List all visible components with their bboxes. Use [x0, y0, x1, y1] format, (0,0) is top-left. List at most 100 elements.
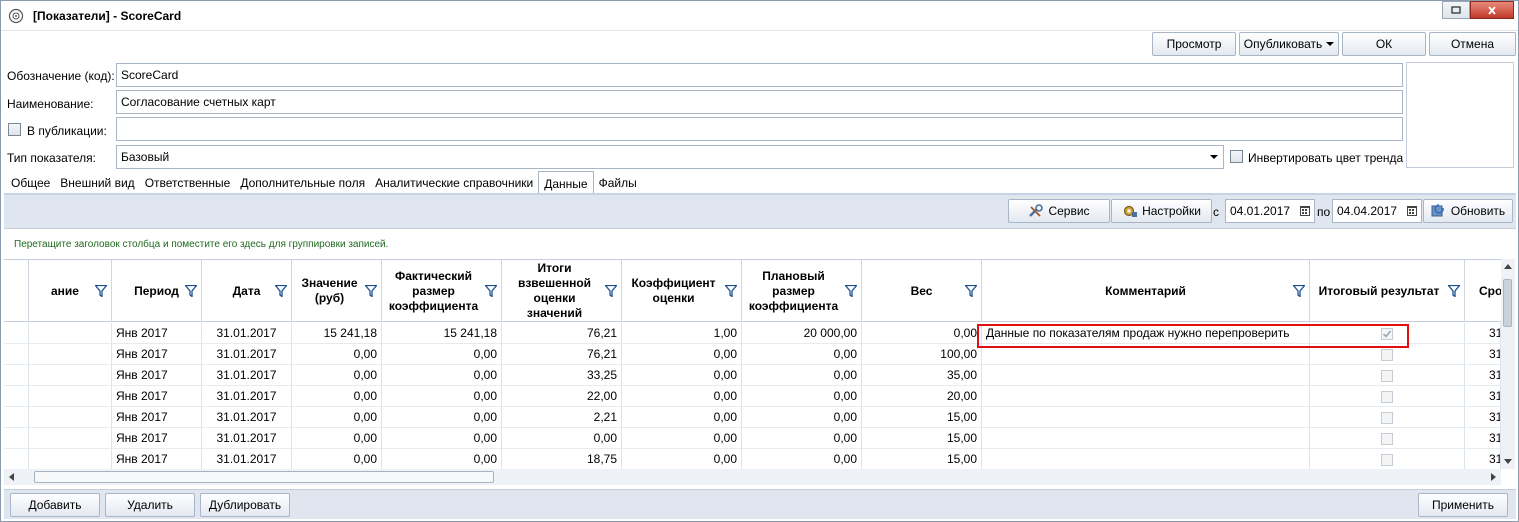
name-cell [29, 449, 112, 470]
apply-button[interactable]: Применить [1418, 493, 1508, 517]
result-cell[interactable] [1310, 449, 1465, 470]
result-checkbox[interactable] [1381, 390, 1393, 403]
from-date-field[interactable]: 04.01.2017 [1225, 199, 1315, 223]
publication-field[interactable] [116, 117, 1403, 141]
name-cell [29, 428, 112, 449]
rating-coef-cell: 0,00 [622, 344, 742, 365]
column-header-plan-coef[interactable]: Плановый размер коэффициента [742, 260, 862, 322]
filter-icon[interactable] [485, 285, 497, 297]
column-header-date[interactable]: Дата [202, 260, 292, 322]
column-header-name[interactable]: ание [29, 260, 112, 322]
image-preview-box [1406, 62, 1514, 168]
weighted-totals-cell: 18,75 [502, 449, 622, 470]
close-button[interactable] [1470, 1, 1514, 19]
plan-coef-cell: 0,00 [742, 449, 862, 470]
filter-icon[interactable] [845, 285, 857, 297]
calendar-icon[interactable] [1299, 205, 1311, 217]
column-header-comment[interactable]: Комментарий [982, 260, 1310, 322]
scroll-down-icon[interactable] [1504, 459, 1512, 464]
name-cell [29, 386, 112, 407]
filter-icon[interactable] [365, 285, 377, 297]
filter-icon[interactable] [605, 285, 617, 297]
comment-cell[interactable] [982, 407, 1310, 428]
type-select[interactable]: Базовый [116, 145, 1224, 169]
scroll-up-icon[interactable] [1504, 264, 1512, 269]
column-header-value[interactable]: Значение (руб) [292, 260, 382, 322]
result-checkbox[interactable] [1381, 432, 1393, 445]
result-checkbox[interactable] [1381, 453, 1393, 466]
scroll-right-icon[interactable] [1491, 473, 1496, 481]
fact-coef-cell: 15 241,18 [382, 323, 502, 344]
result-cell[interactable] [1310, 365, 1465, 386]
invert-trend-checkbox[interactable] [1230, 150, 1243, 163]
weight-cell: 15,00 [862, 428, 982, 449]
result-cell[interactable] [1310, 407, 1465, 428]
horizontal-scrollbar[interactable] [4, 469, 1501, 485]
result-checkbox[interactable] [1381, 411, 1393, 424]
column-header-fact-coef[interactable]: Фактический размер коэффициента [382, 260, 502, 322]
filter-icon[interactable] [95, 285, 107, 297]
name-field[interactable]: Согласование счетных карт [116, 90, 1403, 114]
wrench-icon [1029, 204, 1044, 217]
comment-cell[interactable] [982, 365, 1310, 386]
tab-responsible[interactable]: Ответственные [140, 171, 236, 194]
horizontal-scroll-thumb[interactable] [34, 471, 494, 483]
weight-cell: 15,00 [862, 449, 982, 470]
filter-icon[interactable] [965, 285, 977, 297]
tab-extra-fields[interactable]: Дополнительные поля [235, 171, 370, 194]
weight-cell: 35,00 [862, 365, 982, 386]
column-header-label: Период [134, 283, 179, 298]
column-header-weighted-totals[interactable]: Итоги взвешенной оценки значений [502, 260, 622, 322]
vertical-scrollbar[interactable] [1501, 259, 1515, 469]
tab-analytic-directories[interactable]: Аналитические справочники [370, 171, 538, 194]
scroll-left-icon[interactable] [9, 473, 14, 481]
filter-icon[interactable] [1293, 285, 1305, 297]
filter-icon[interactable] [725, 285, 737, 297]
filter-icon[interactable] [185, 285, 197, 297]
column-header-rating-coef[interactable]: Коэффициент оценки [622, 260, 742, 322]
column-header-result[interactable]: Итоговый результат [1310, 260, 1465, 322]
refresh-button[interactable]: Обновить [1423, 199, 1513, 223]
deadline-cell: 31 [1465, 428, 1501, 449]
duplicate-button[interactable]: Дублировать [200, 493, 290, 517]
service-button[interactable]: Сервис [1008, 199, 1110, 223]
value-cell: 15 241,18 [292, 323, 382, 344]
publication-checkbox[interactable] [8, 123, 21, 136]
cancel-button[interactable]: Отмена [1429, 32, 1516, 56]
comment-cell[interactable] [982, 449, 1310, 470]
result-checkbox[interactable] [1381, 369, 1393, 382]
tab-appearance[interactable]: Внешний вид [55, 171, 139, 194]
column-header-period[interactable]: Период [112, 260, 202, 322]
calendar-icon[interactable] [1406, 205, 1418, 217]
delete-button[interactable]: Удалить [105, 493, 195, 517]
vertical-scroll-thumb[interactable] [1503, 279, 1512, 327]
value-cell: 0,00 [292, 344, 382, 365]
ok-button[interactable]: ОК [1342, 32, 1426, 56]
settings-button[interactable]: Настройки [1111, 199, 1212, 223]
column-header-deadline[interactable]: Сро [1465, 260, 1502, 322]
preview-button[interactable]: Просмотр [1152, 32, 1236, 56]
tab-files[interactable]: Файлы [594, 171, 642, 194]
column-header-label: Коэффициент оценки [631, 276, 716, 305]
value-cell: 0,00 [292, 365, 382, 386]
row-indicator [4, 344, 29, 365]
filter-icon[interactable] [1448, 285, 1460, 297]
publish-dropdown-button[interactable]: Опубликовать [1239, 32, 1339, 56]
comment-cell[interactable] [982, 386, 1310, 407]
result-cell[interactable] [1310, 386, 1465, 407]
column-header-label: Плановый размер коэффициента [748, 268, 839, 313]
plan-coef-cell: 0,00 [742, 428, 862, 449]
to-date-field[interactable]: 04.04.2017 [1332, 199, 1422, 223]
result-cell[interactable] [1310, 428, 1465, 449]
plan-coef-cell: 0,00 [742, 407, 862, 428]
window-controls [1442, 1, 1514, 19]
restore-button[interactable] [1442, 1, 1470, 19]
tab-general[interactable]: Общее [6, 171, 55, 194]
code-field[interactable]: ScoreCard [116, 63, 1403, 87]
column-header-weight[interactable]: Вес [862, 260, 982, 322]
tab-data[interactable]: Данные [538, 171, 594, 194]
result-checkbox[interactable] [1381, 348, 1393, 361]
comment-cell[interactable] [982, 428, 1310, 449]
add-button[interactable]: Добавить [10, 493, 100, 517]
filter-icon[interactable] [275, 285, 287, 297]
